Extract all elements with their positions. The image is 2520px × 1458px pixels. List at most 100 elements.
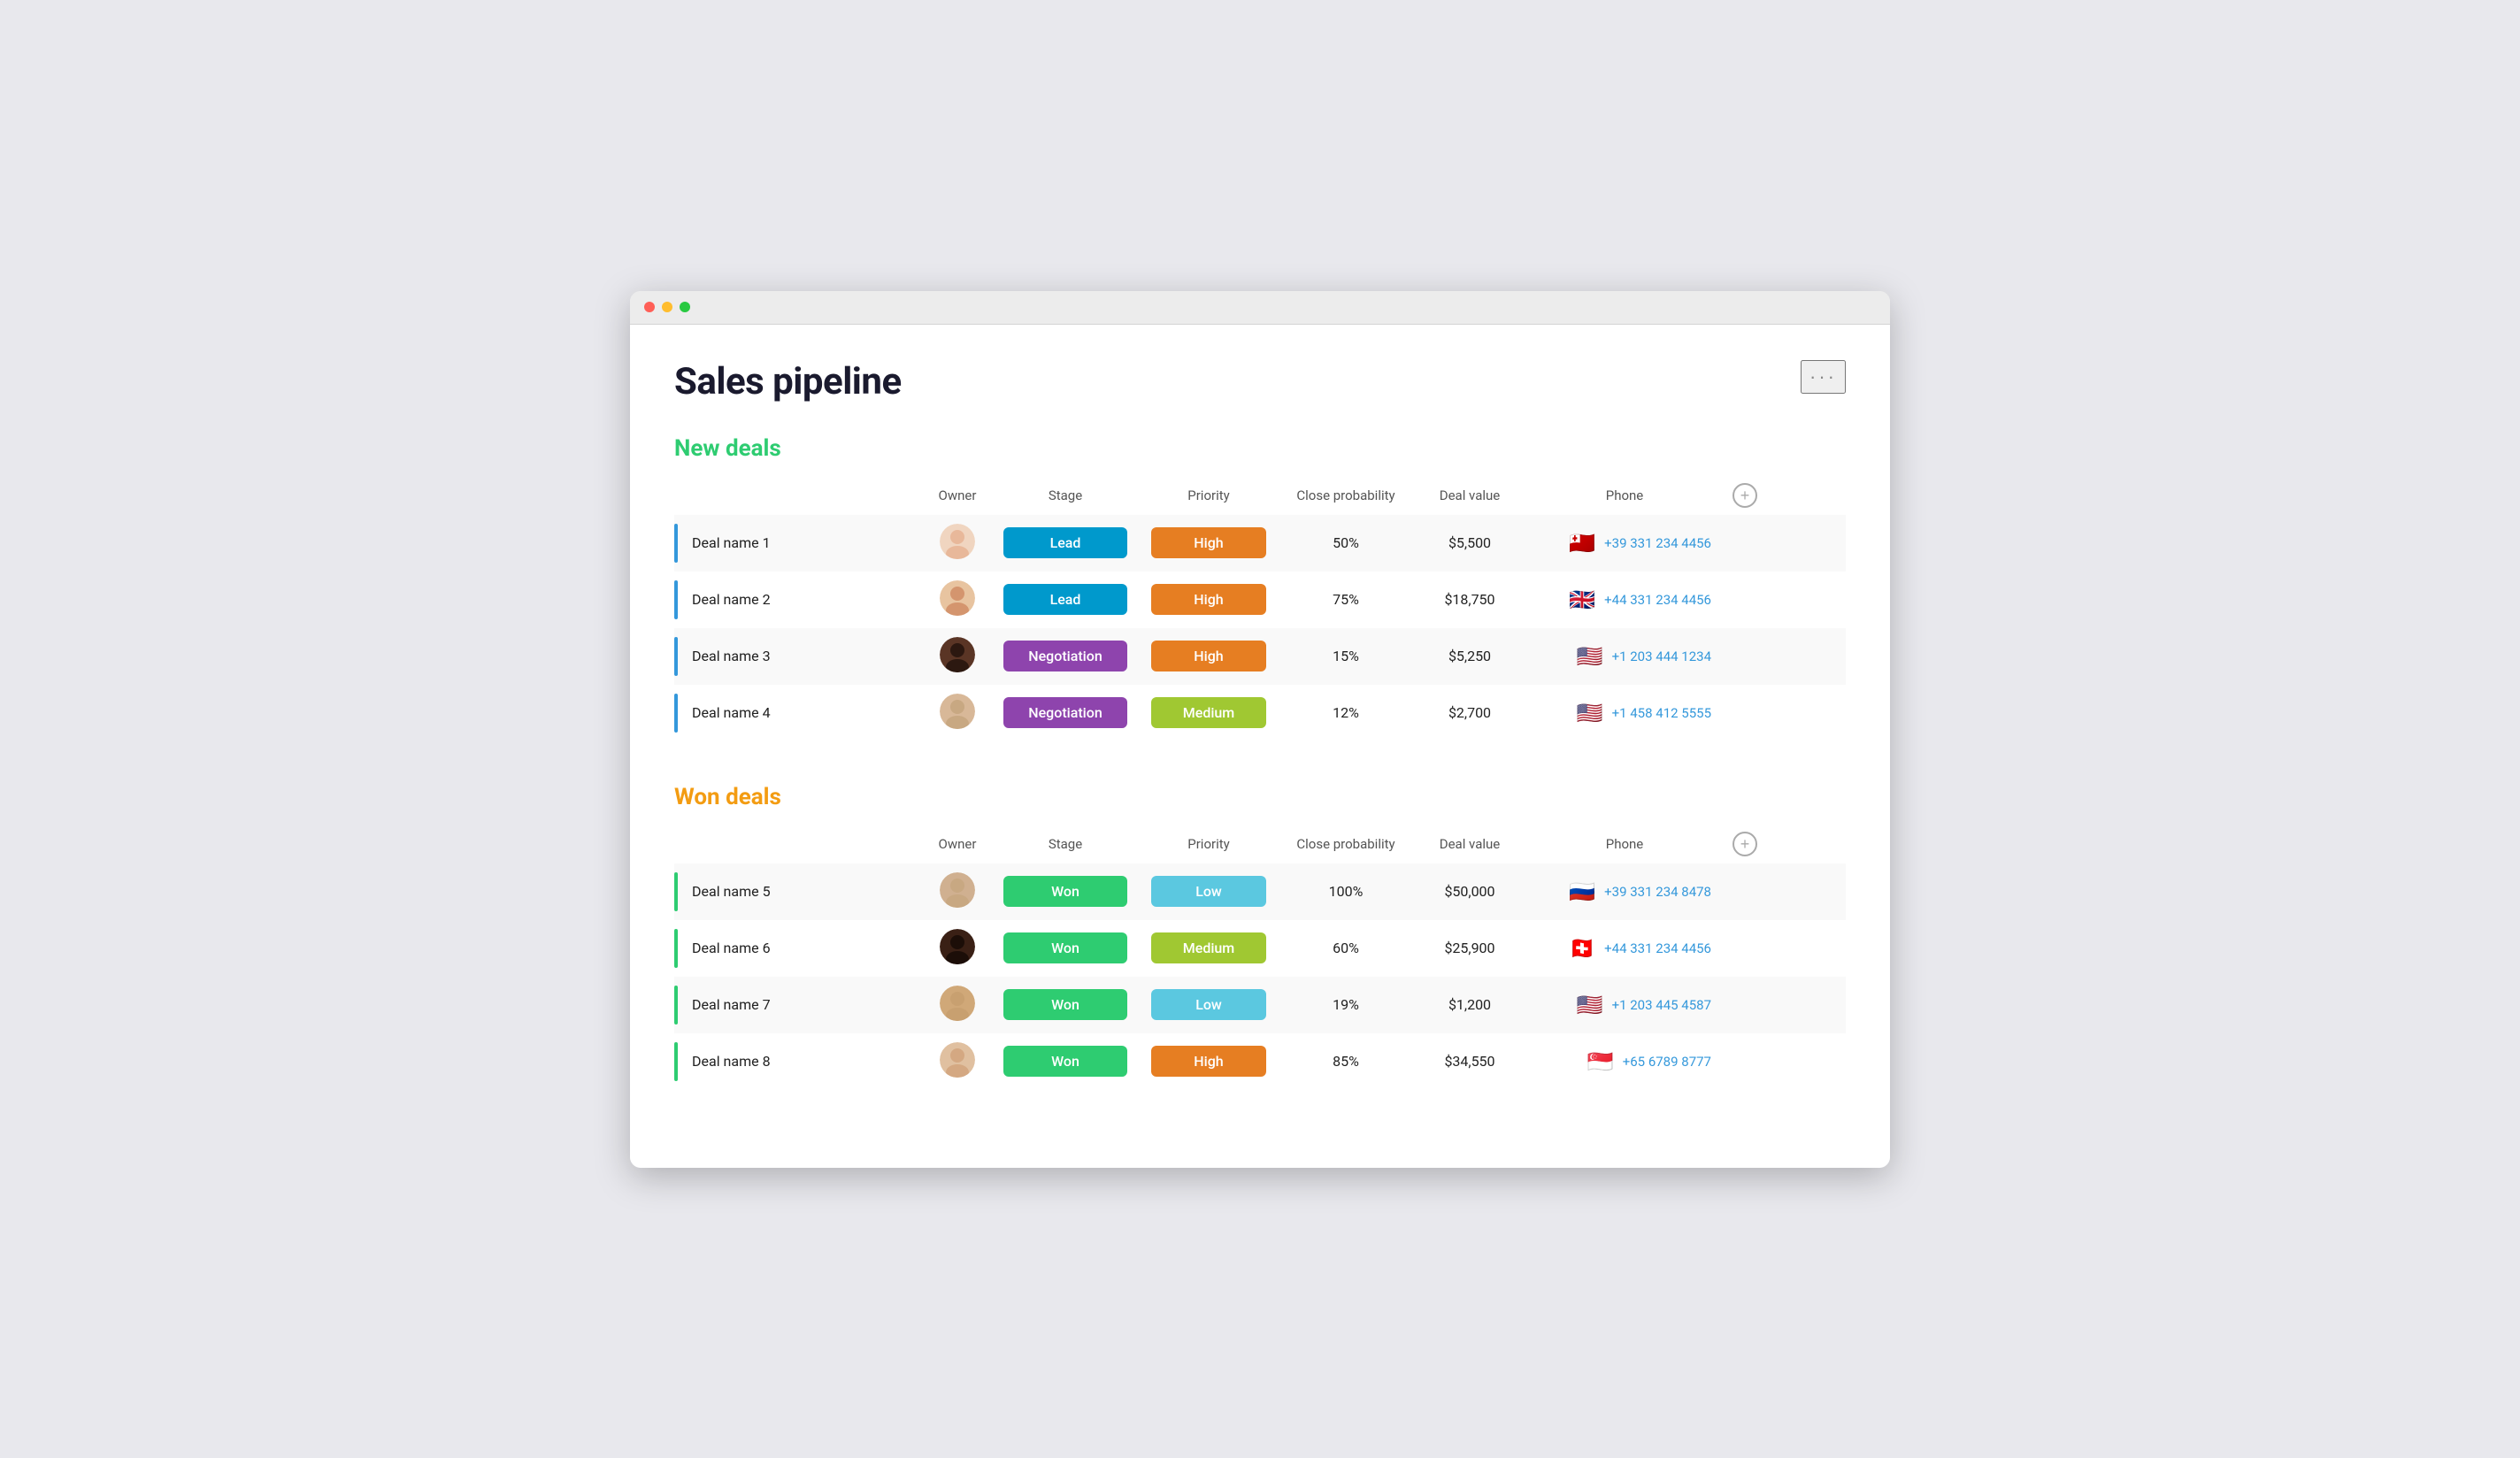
table-row: Deal name 5 WonLow100%$50,000 🇷🇺 +39 331 2… <box>674 863 1846 920</box>
add-button-won-deals[interactable]: + <box>1732 832 1757 856</box>
traffic-lights <box>644 302 690 312</box>
owner-cell <box>922 685 993 741</box>
col-header-stage: Stage <box>993 825 1138 863</box>
col-header-add: + <box>1722 825 1846 863</box>
section-title-new-deals: New deals <box>674 435 781 462</box>
deal-name[interactable]: Deal name 4 <box>692 704 771 721</box>
priority-cell[interactable]: Low <box>1138 977 1279 1033</box>
stage-cell[interactable]: Won <box>993 1033 1138 1090</box>
priority-cell[interactable]: High <box>1138 628 1279 685</box>
col-header-owner: Owner <box>922 825 993 863</box>
country-flag: 🇺🇸 <box>1577 702 1603 724</box>
phone-number[interactable]: +39 331 234 8478 <box>1604 884 1711 900</box>
table-row: Deal name 2 LeadHigh75%$18,750🇬🇧+44 331 … <box>674 572 1846 628</box>
page-header: Sales pipeline ··· <box>674 360 1846 403</box>
deal-value-cell: $50,000 <box>1412 863 1527 920</box>
avatar <box>940 1042 975 1078</box>
table-row: Deal name 4 NegotiationMedium12%$2,700🇺🇸… <box>674 685 1846 741</box>
section-new-deals: New dealsOwnerStagePriorityClose probabi… <box>674 435 1846 741</box>
sections-container: New dealsOwnerStagePriorityClose probabi… <box>674 435 1846 1090</box>
phone-number[interactable]: +44 331 234 4456 <box>1604 592 1711 608</box>
table-row: Deal name 7 WonLow19%$1,200🇺🇸+1 203 445 … <box>674 977 1846 1033</box>
owner-cell <box>922 628 993 685</box>
deal-value-cell: $34,550 <box>1412 1033 1527 1090</box>
col-header-deal-value: Deal value <box>1412 825 1527 863</box>
phone-cell: 🇷🇺 +39 331 234 8478 <box>1527 863 1722 920</box>
phone-number[interactable]: +44 331 234 4456 <box>1604 940 1711 956</box>
phone-cell: 🇺🇸+1 203 444 1234 <box>1527 628 1722 685</box>
stage-cell[interactable]: Lead <box>993 572 1138 628</box>
phone-cell: 🇨🇭+44 331 234 4456 <box>1527 920 1722 977</box>
priority-badge: Medium <box>1151 697 1266 728</box>
minimize-button[interactable] <box>662 302 672 312</box>
phone-number[interactable]: +39 331 234 4456 <box>1604 535 1711 551</box>
row-action-cell <box>1722 628 1846 685</box>
priority-badge: Low <box>1151 989 1266 1020</box>
phone-number[interactable]: +1 203 445 4587 <box>1612 997 1711 1013</box>
priority-cell[interactable]: Medium <box>1138 685 1279 741</box>
owner-cell <box>922 863 993 920</box>
close-probability-cell: 15% <box>1279 628 1412 685</box>
priority-badge: High <box>1151 584 1266 615</box>
deal-name[interactable]: Deal name 3 <box>692 648 771 664</box>
section-won-deals: Won dealsOwnerStagePriorityClose probabi… <box>674 784 1846 1090</box>
stage-badge: Won <box>1003 1046 1127 1077</box>
priority-cell[interactable]: High <box>1138 572 1279 628</box>
stage-badge: Negotiation <box>1003 641 1127 671</box>
col-header-priority: Priority <box>1138 476 1279 515</box>
table-row: Deal name 8 WonHigh85%$34,550🇸🇬+65 6789 … <box>674 1033 1846 1090</box>
col-header-name <box>674 476 922 515</box>
table-row: Deal name 3 NegotiationHigh15%$5,250🇺🇸+1… <box>674 628 1846 685</box>
deal-name[interactable]: Deal name 7 <box>692 996 771 1013</box>
row-action-cell <box>1722 572 1846 628</box>
col-header-phone: Phone <box>1527 825 1722 863</box>
stage-badge: Lead <box>1003 527 1127 558</box>
deal-name[interactable]: Deal name 5 <box>692 883 771 900</box>
close-probability-cell: 50% <box>1279 515 1412 572</box>
deal-name[interactable]: Deal name 8 <box>692 1053 771 1070</box>
table-row: Deal name 1 LeadHigh50%$5,500🇹🇴+39 331 2… <box>674 515 1846 572</box>
maximize-button[interactable] <box>680 302 690 312</box>
priority-cell[interactable]: High <box>1138 515 1279 572</box>
deal-value-cell: $2,700 <box>1412 685 1527 741</box>
deal-name[interactable]: Deal name 2 <box>692 591 771 608</box>
deal-border-indicator <box>674 872 678 911</box>
deal-name[interactable]: Deal name 1 <box>692 534 771 551</box>
deal-border-indicator <box>674 694 678 733</box>
more-options-button[interactable]: ··· <box>1801 360 1846 394</box>
priority-cell[interactable]: Medium <box>1138 920 1279 977</box>
deal-border-indicator <box>674 929 678 968</box>
priority-cell[interactable]: High <box>1138 1033 1279 1090</box>
close-probability-cell: 75% <box>1279 572 1412 628</box>
deal-name-cell: Deal name 1 <box>674 515 922 572</box>
add-button-new-deals[interactable]: + <box>1732 483 1757 508</box>
col-header-stage: Stage <box>993 476 1138 515</box>
stage-cell[interactable]: Negotiation <box>993 628 1138 685</box>
stage-cell[interactable]: Negotiation <box>993 685 1138 741</box>
priority-cell[interactable]: Low <box>1138 863 1279 920</box>
avatar <box>940 929 975 964</box>
phone-cell: 🇬🇧+44 331 234 4456 <box>1527 572 1722 628</box>
phone-number[interactable]: +1 458 412 5555 <box>1612 705 1711 721</box>
stage-cell[interactable]: Won <box>993 977 1138 1033</box>
col-header-priority: Priority <box>1138 825 1279 863</box>
stage-cell[interactable]: Won <box>993 863 1138 920</box>
priority-badge: Medium <box>1151 932 1266 963</box>
deal-border-indicator <box>674 637 678 676</box>
close-probability-cell: 100% <box>1279 863 1412 920</box>
row-action-cell <box>1722 1033 1846 1090</box>
country-flag: 🇷🇺 <box>1569 881 1595 902</box>
phone-number[interactable]: +65 6789 8777 <box>1623 1054 1711 1070</box>
deal-name-cell: Deal name 4 <box>674 685 922 741</box>
table-row: Deal name 6 WonMedium60%$25,900🇨🇭+44 331… <box>674 920 1846 977</box>
phone-number[interactable]: +1 203 444 1234 <box>1612 648 1711 664</box>
phone-cell: 🇺🇸 +1 458 412 5555 <box>1527 685 1722 741</box>
close-button[interactable] <box>644 302 655 312</box>
close-probability-cell: 85% <box>1279 1033 1412 1090</box>
stage-cell[interactable]: Won <box>993 920 1138 977</box>
deal-name-cell: Deal name 6 <box>674 920 922 977</box>
stage-cell[interactable]: Lead <box>993 515 1138 572</box>
deal-name[interactable]: Deal name 6 <box>692 940 771 956</box>
owner-cell <box>922 977 993 1033</box>
close-probability-cell: 60% <box>1279 920 1412 977</box>
